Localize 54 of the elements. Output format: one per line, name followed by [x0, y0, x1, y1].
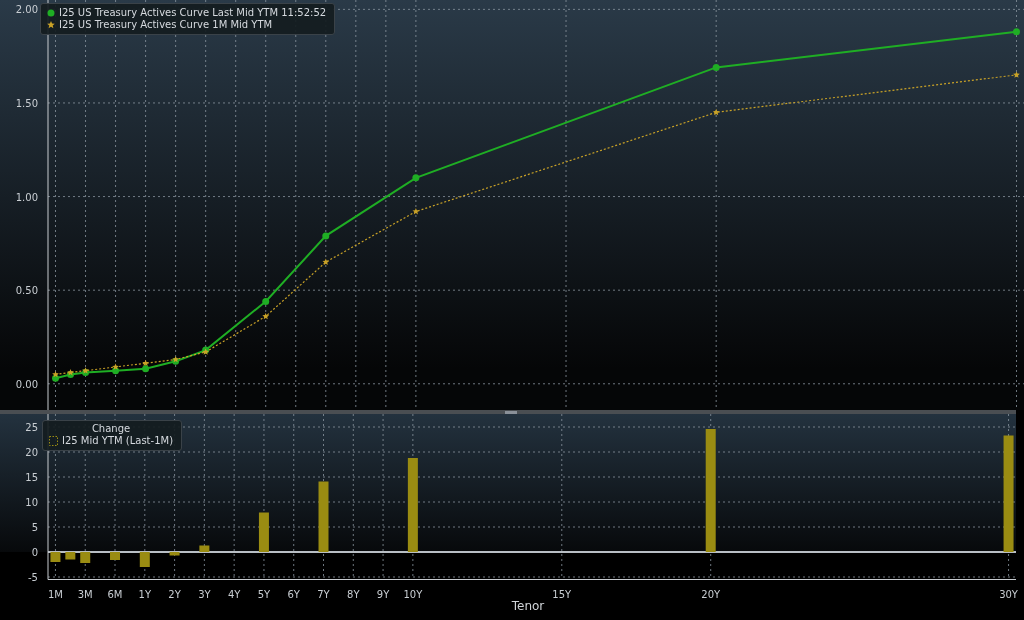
- dot-icon: [47, 8, 55, 17]
- axis-label: 1.00: [15, 191, 38, 203]
- star-icon: [47, 20, 55, 29]
- bar: [110, 552, 120, 560]
- data-point: [1013, 28, 1020, 36]
- data-point: [262, 297, 270, 305]
- axis-label: 0: [31, 547, 38, 558]
- axis-label: 30Y: [999, 588, 1018, 600]
- legend-label: I25 US Treasury Actives Curve 1M Mid YTM: [59, 19, 273, 30]
- axis-label: 3Y: [198, 588, 211, 600]
- axis-label: 9Y: [376, 588, 390, 600]
- bar: [318, 481, 329, 552]
- axis-label: 0.00: [15, 378, 38, 390]
- axis-title: Tenor: [511, 599, 545, 613]
- bar-swatch-icon: [49, 435, 58, 446]
- axis-label: 10: [25, 497, 38, 508]
- legend-label: I25 US Treasury Actives Curve Last Mid YTM 11:52:52: [59, 7, 327, 18]
- axis-label: 5Y: [257, 588, 271, 600]
- axis-label: 10Y: [403, 588, 423, 600]
- data-point: [262, 312, 270, 320]
- axis-label: 1M: [47, 588, 63, 600]
- axis-label: -5: [28, 572, 38, 583]
- data-point: [412, 174, 420, 182]
- data-point: [322, 258, 330, 265]
- axis-label: 7Y: [317, 588, 330, 600]
- axis-label: 15Y: [552, 588, 572, 600]
- data-point: [322, 232, 330, 240]
- axis-label: 1Y: [138, 588, 152, 600]
- data-point: [1013, 71, 1020, 78]
- bar: [80, 552, 91, 563]
- axis-label: 3M: [77, 588, 93, 600]
- data-point: [712, 63, 720, 71]
- axis-label: 20: [25, 447, 38, 458]
- legend-title: Change: [91, 423, 131, 434]
- axis-label: 25: [25, 422, 38, 433]
- axis-label: 6Y: [287, 588, 300, 600]
- axis-label: 5: [31, 522, 38, 533]
- bar: [258, 512, 269, 552]
- axis-label: 15: [25, 472, 38, 483]
- bar: [139, 552, 150, 567]
- axis-label: 6M: [107, 588, 123, 600]
- axis-label: 1.50: [15, 97, 38, 109]
- data-point: [412, 208, 420, 215]
- bar: [65, 552, 76, 560]
- data-point: [712, 108, 720, 116]
- legend-label: I25 Mid YTM (Last-1M): [62, 435, 174, 446]
- axis-label: 4Y: [227, 588, 241, 600]
- axis-label: 8Y: [347, 588, 360, 600]
- axis-label: 0.50: [15, 285, 38, 297]
- axis-label: 20Y: [701, 588, 721, 600]
- axis-label: 2Y: [168, 588, 181, 600]
- bar: [199, 545, 210, 552]
- axis-label: 2.00: [15, 4, 38, 16]
- bar: [50, 552, 61, 562]
